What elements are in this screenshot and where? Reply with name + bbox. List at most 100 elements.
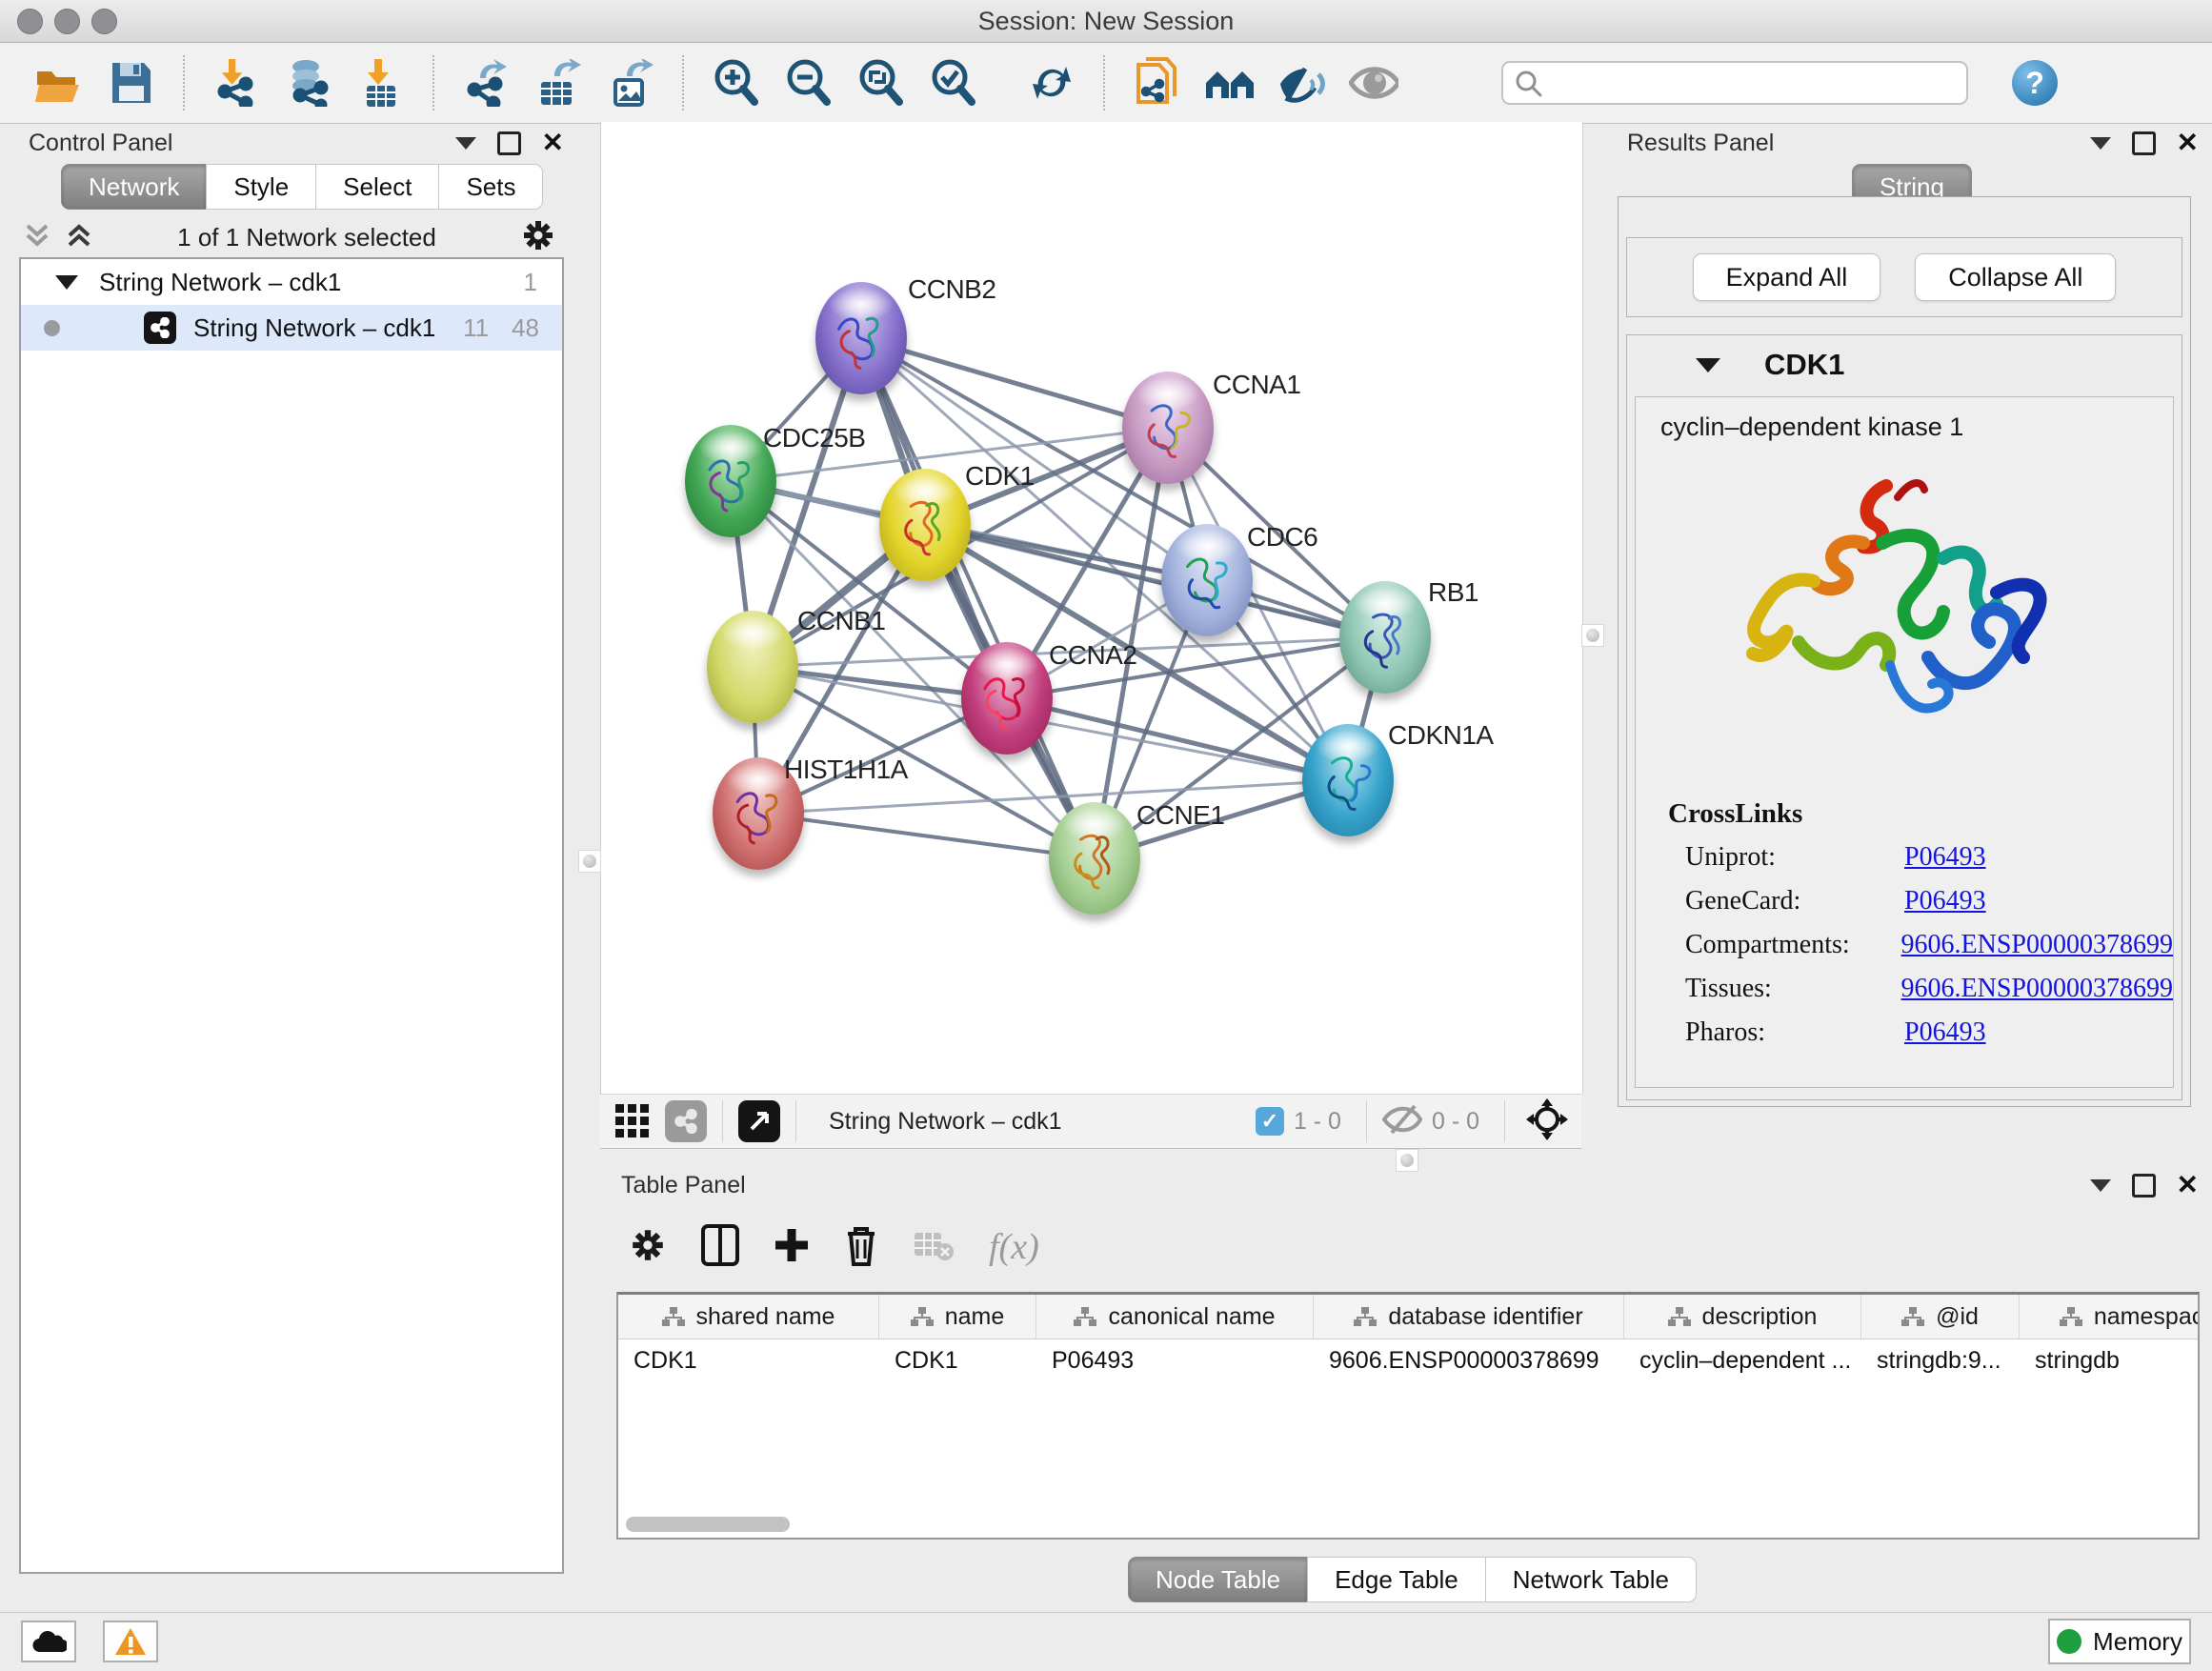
zoom-selected-icon[interactable]	[928, 58, 977, 108]
tab-network-table[interactable]: Network Table	[1485, 1557, 1697, 1602]
network-canvas[interactable]: CCNB2CCNA1CDC25BCDK1CDC6RB1CCNB1CCNA2CDK…	[600, 122, 1583, 1094]
network-node-cdk1[interactable]	[879, 469, 971, 581]
float-panel-icon[interactable]	[497, 131, 521, 155]
crosslink-link[interactable]: 9606.ENSP00000378699	[1901, 974, 2173, 1004]
left-splitter-handle[interactable]	[578, 850, 601, 873]
detach-view-icon[interactable]	[738, 1100, 780, 1142]
protein-thumbnail	[895, 492, 955, 562]
network-view-toolbar: String Network – cdk1 ✓ 1 - 0 0 - 0	[600, 1094, 1581, 1149]
crosslink-link[interactable]: 9606.ENSP00000378699	[1901, 930, 2173, 960]
pan-crosshair-icon[interactable]	[1526, 1098, 1568, 1145]
column-header-@id[interactable]: @id	[1861, 1295, 2020, 1339]
protein-structure-image	[1699, 459, 2109, 774]
table-cell: stringdb:9...	[1861, 1339, 2020, 1381]
warning-status-button[interactable]	[103, 1621, 158, 1662]
column-header-name[interactable]: name	[879, 1295, 1036, 1339]
collapse-panel-icon[interactable]	[2090, 1179, 2111, 1192]
table-header-row: shared namenamecanonical namedatabase id…	[618, 1295, 2198, 1339]
memory-button[interactable]: Memory	[2048, 1619, 2191, 1664]
import-network-file-icon[interactable]	[211, 58, 261, 108]
crosslink-link[interactable]: P06493	[1904, 886, 1986, 916]
network-edges-layer	[601, 122, 1582, 1094]
disclosure-triangle-icon[interactable]	[1696, 358, 1720, 372]
column-header-database-identifier[interactable]: database identifier	[1314, 1295, 1624, 1339]
network-options-gear-icon[interactable]	[520, 217, 556, 258]
selected-nodes-checkbox-icon[interactable]: ✓	[1256, 1107, 1284, 1136]
collapse-panel-icon[interactable]	[455, 137, 476, 150]
show-all-icon[interactable]	[1349, 58, 1398, 108]
birds-eye-view-icon[interactable]	[613, 1100, 652, 1143]
network-node-ccnb1[interactable]	[707, 611, 798, 723]
protein-thumbnail	[1317, 747, 1378, 817]
save-session-icon[interactable]	[107, 58, 156, 108]
show-columns-icon[interactable]	[701, 1224, 739, 1271]
create-column-icon[interactable]	[774, 1227, 810, 1268]
refresh-icon[interactable]	[1027, 58, 1076, 108]
table-cell: P06493	[1036, 1339, 1314, 1381]
tab-select[interactable]: Select	[315, 164, 439, 210]
float-panel-icon[interactable]	[2132, 1174, 2156, 1198]
network-row[interactable]: String Network – cdk1 11 48	[21, 305, 562, 351]
column-header-shared-name[interactable]: shared name	[618, 1295, 879, 1339]
network-node-cdc6[interactable]	[1161, 524, 1253, 636]
table-cell: CDK1	[879, 1339, 1036, 1381]
zoom-fit-icon[interactable]	[855, 58, 905, 108]
network-node-ccna1[interactable]	[1122, 372, 1214, 484]
table-horizontal-scrollbar[interactable]	[622, 1515, 2192, 1534]
network-collection-row[interactable]: String Network – cdk1 1	[21, 259, 562, 305]
tab-node-table[interactable]: Node Table	[1128, 1557, 1308, 1602]
expand-all-button[interactable]: Expand All	[1693, 253, 1881, 301]
toolbar-separator	[1103, 55, 1105, 111]
close-panel-icon[interactable]: ✕	[542, 130, 564, 156]
collapse-all-networks-icon[interactable]	[65, 221, 93, 254]
network-node-cdkn1a[interactable]	[1302, 724, 1394, 836]
share-document-icon[interactable]	[1132, 58, 1181, 108]
import-network-database-icon[interactable]	[284, 58, 333, 108]
cloud-status-button[interactable]	[21, 1621, 76, 1662]
crosslink-link[interactable]: P06493	[1904, 1017, 1986, 1048]
open-session-icon[interactable]	[34, 58, 84, 108]
node-result-header[interactable]: CDK1	[1627, 335, 2182, 394]
tab-style[interactable]: Style	[206, 164, 316, 210]
zoom-in-icon[interactable]	[711, 58, 760, 108]
collapse-panel-icon[interactable]	[2090, 137, 2111, 150]
delete-column-icon[interactable]	[844, 1224, 878, 1271]
table-options-gear-icon[interactable]	[629, 1226, 667, 1269]
collection-name: String Network – cdk1	[99, 268, 341, 297]
export-network-icon[interactable]	[461, 58, 511, 108]
right-splitter-handle[interactable]	[1581, 624, 1604, 647]
network-node-ccnb2[interactable]	[815, 282, 907, 394]
crosslink-label: Pharos:	[1685, 1017, 1904, 1048]
search-input[interactable]	[1501, 61, 1968, 105]
crosslinks-list: Uniprot:P06493GeneCard:P06493Compartment…	[1636, 836, 2173, 1055]
hidden-eye-slash-icon[interactable]	[1382, 1103, 1422, 1140]
import-table-file-icon[interactable]	[356, 58, 406, 108]
tab-sets[interactable]: Sets	[438, 164, 543, 210]
network-overview-share-icon[interactable]	[665, 1100, 707, 1142]
zoom-out-icon[interactable]	[783, 58, 833, 108]
bottom-splitter-handle[interactable]	[1396, 1149, 1418, 1172]
table-row[interactable]: CDK1CDK1P064939606.ENSP00000378699cyclin…	[618, 1339, 2198, 1381]
tab-network[interactable]: Network	[61, 164, 207, 210]
expand-all-networks-icon[interactable]	[23, 221, 51, 254]
hide-selected-icon[interactable]	[1277, 58, 1326, 108]
close-panel-icon[interactable]: ✕	[2177, 1172, 2199, 1198]
column-header-namespace[interactable]: namespace	[2020, 1295, 2200, 1339]
network-node-ccne1[interactable]	[1049, 802, 1140, 915]
help-icon[interactable]: ?	[2012, 60, 2058, 106]
tab-edge-table[interactable]: Edge Table	[1307, 1557, 1486, 1602]
disclosure-triangle-icon[interactable]	[55, 275, 78, 290]
network-node-ccna2[interactable]	[961, 642, 1053, 755]
close-panel-icon[interactable]: ✕	[2177, 130, 2199, 156]
column-header-description[interactable]: description	[1624, 1295, 1861, 1339]
export-table-icon[interactable]	[533, 58, 583, 108]
float-panel-icon[interactable]	[2132, 131, 2156, 155]
protein-thumbnail	[1137, 394, 1198, 465]
nested-networks-icon[interactable]	[1204, 58, 1254, 108]
export-image-icon[interactable]	[606, 58, 655, 108]
scrollbar-thumb[interactable]	[626, 1517, 790, 1532]
crosslink-link[interactable]: P06493	[1904, 842, 1986, 873]
collapse-all-button[interactable]: Collapse All	[1915, 253, 2116, 301]
network-node-rb1[interactable]	[1339, 581, 1431, 694]
column-header-canonical-name[interactable]: canonical name	[1036, 1295, 1314, 1339]
